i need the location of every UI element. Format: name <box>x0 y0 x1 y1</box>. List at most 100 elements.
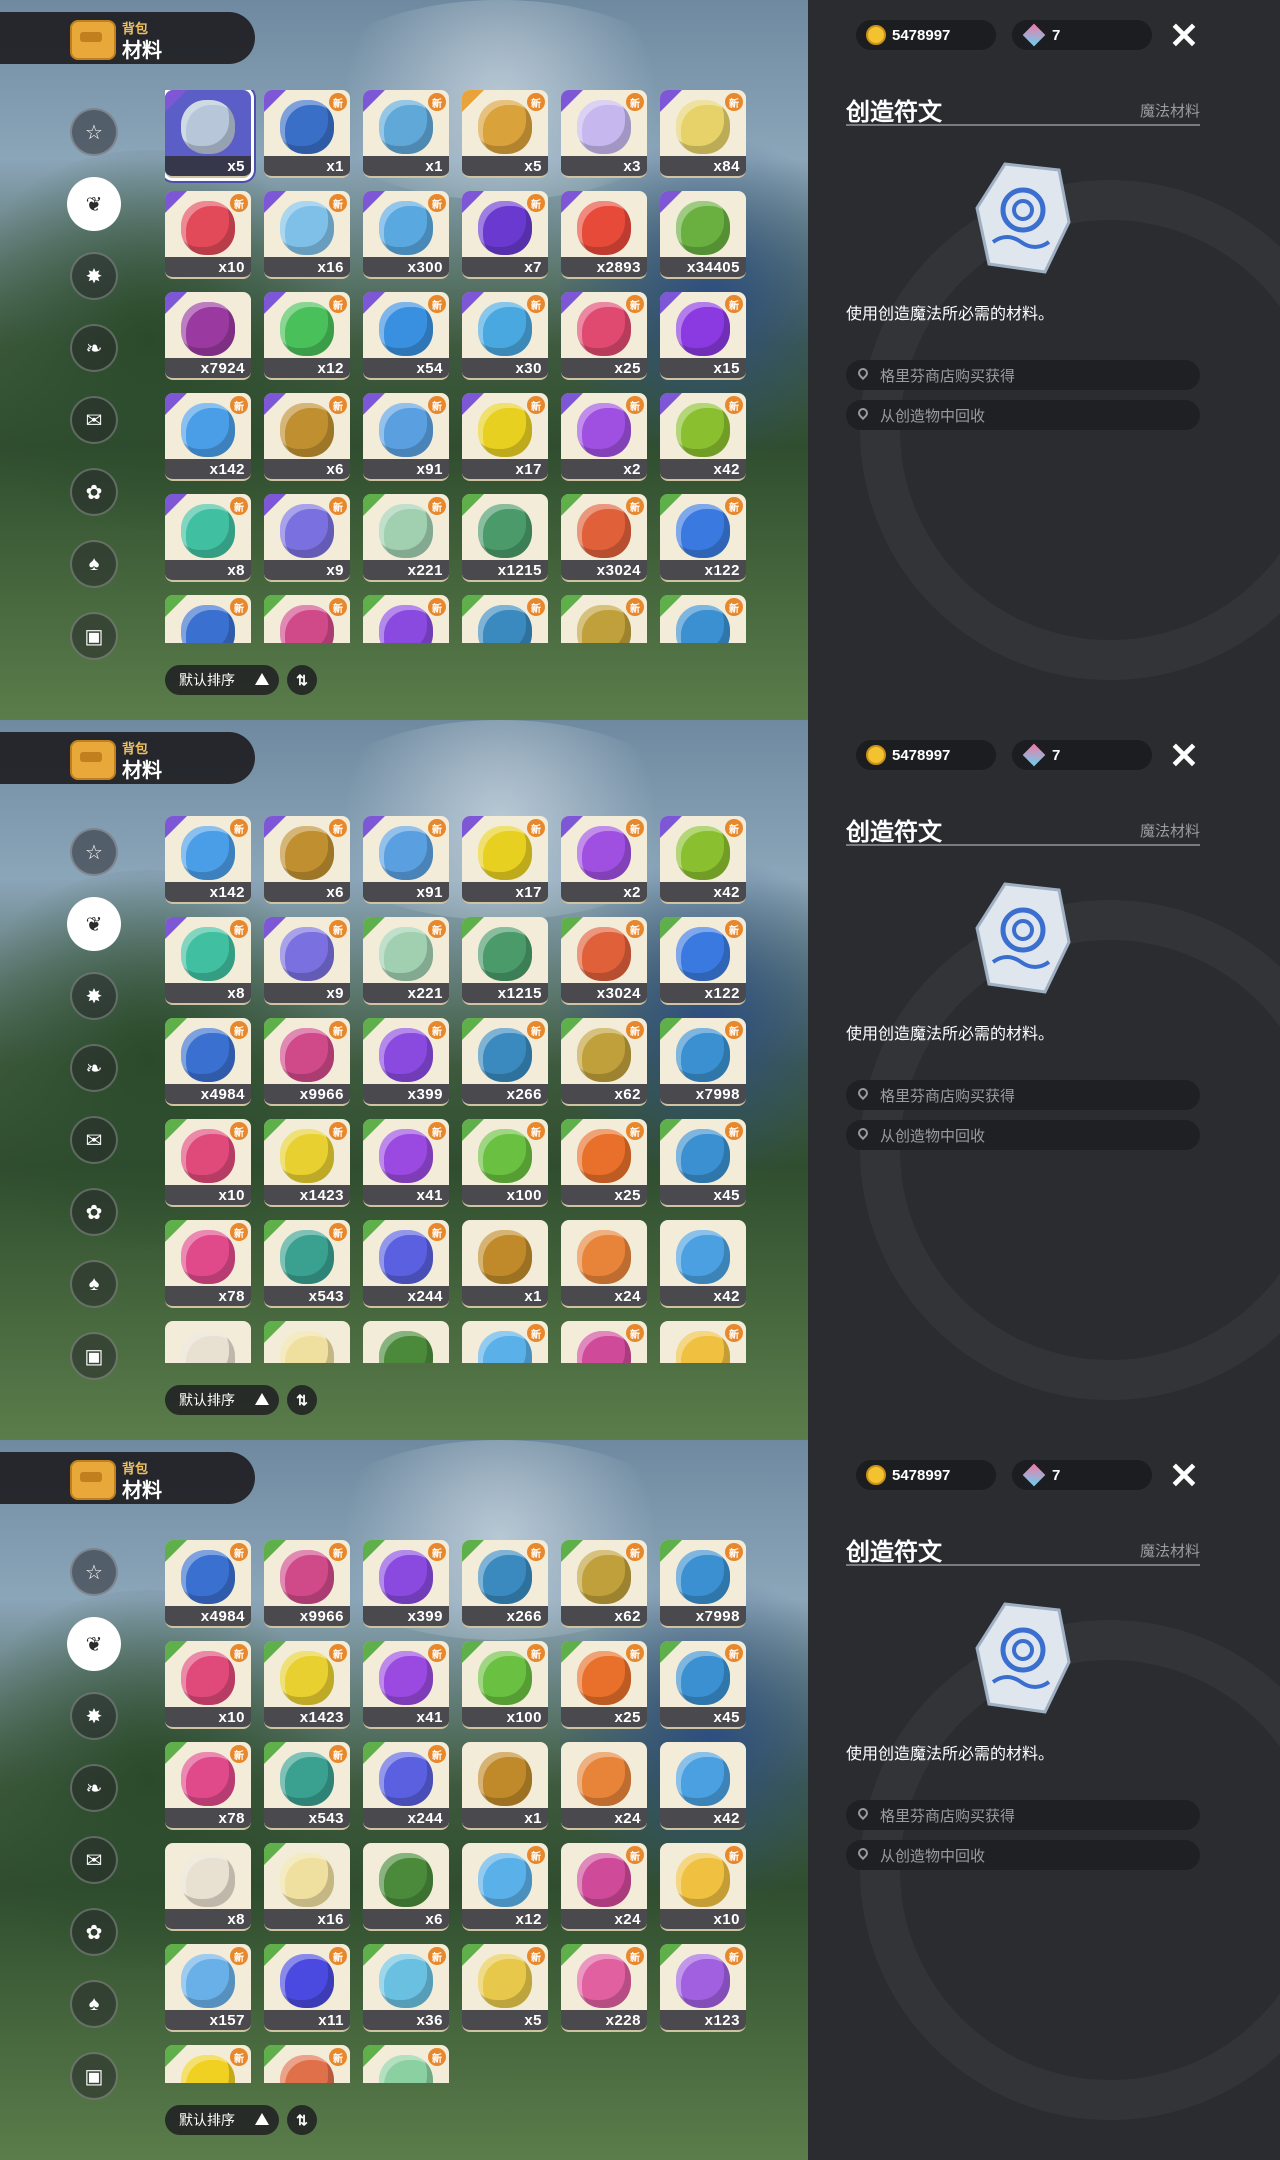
inventory-item[interactable]: x142 新 <box>165 393 251 481</box>
inventory-item[interactable]: x2893 <box>561 191 647 279</box>
star-icon[interactable]: ☆ <box>70 108 118 156</box>
inventory-item[interactable]: x8 新 <box>165 494 251 582</box>
inventory-item[interactable]: x100 新 <box>462 1119 548 1207</box>
inventory-item[interactable]: x41 新 <box>363 1641 449 1729</box>
inventory-item[interactable]: x543 新 <box>264 1220 350 1308</box>
inventory-item[interactable]: x42 <box>660 1220 746 1308</box>
badge-icon[interactable]: ✸ <box>70 252 118 300</box>
inventory-item[interactable]: x399新 <box>363 595 449 643</box>
inventory-item[interactable]: x9966新 <box>264 1540 350 1628</box>
sort-dropdown[interactable]: 默认排序 <box>165 665 279 695</box>
inventory-item[interactable]: x1 新 <box>363 90 449 178</box>
badge-icon[interactable]: ✸ <box>70 972 118 1020</box>
inventory-item[interactable]: x15 新 <box>660 292 746 380</box>
inventory-item[interactable]: x5 新 <box>462 1944 548 2032</box>
inventory-item[interactable]: x10新 <box>660 1321 746 1363</box>
inventory-item[interactable]: x3 新 <box>561 90 647 178</box>
plant-icon[interactable]: ❧ <box>70 1044 118 1092</box>
inventory-grid[interactable]: x5x1新x1新x5新x3新x84新x10新x16新x300新x7新x2893x… <box>165 90 750 643</box>
inventory-item[interactable]: x1423 新 <box>264 1119 350 1207</box>
inventory-item[interactable]: x228 新 <box>561 1944 647 2032</box>
inventory-item[interactable]: x266 新 <box>462 1018 548 1106</box>
inventory-item[interactable]: x10新 <box>165 1641 251 1729</box>
furniture-icon[interactable]: ▣ <box>70 2052 118 2100</box>
inventory-grid[interactable]: x5x1新x1新x5新x3新x84新x10新x16新x300新x7新x2893x… <box>165 810 750 1363</box>
inventory-item[interactable]: x91 新 <box>363 393 449 481</box>
inventory-item[interactable]: x10新 <box>165 1119 251 1207</box>
inventory-item[interactable]: x9966新 <box>264 595 350 643</box>
swap-order-icon[interactable]: ⇅ <box>287 2105 317 2135</box>
inventory-item[interactable]: x45 新 <box>660 1119 746 1207</box>
acorn-icon[interactable]: ♠ <box>70 1260 118 1308</box>
inventory-item[interactable]: x266 新 <box>462 1540 548 1628</box>
sort-dropdown[interactable]: 默认排序 <box>165 2105 279 2135</box>
scroll-icon[interactable]: ✉ <box>70 396 118 444</box>
furniture-icon[interactable]: ▣ <box>70 612 118 660</box>
inventory-item[interactable]: x1423 新 <box>264 1641 350 1729</box>
inventory-item[interactable]: x7 新 <box>462 191 548 279</box>
inventory-item[interactable]: x5 <box>165 90 254 181</box>
inventory-item[interactable]: x300 新 <box>363 191 449 279</box>
inventory-item[interactable]: x8 <box>165 1321 251 1363</box>
inventory-item[interactable]: x157 新 <box>165 1944 251 2032</box>
close-icon[interactable]: ✕ <box>1166 18 1202 54</box>
star-icon[interactable]: ☆ <box>70 828 118 876</box>
inventory-item[interactable]: x12 新 <box>462 1843 548 1931</box>
close-icon[interactable]: ✕ <box>1166 738 1202 774</box>
inventory-item[interactable]: x7998新 <box>660 1018 746 1106</box>
close-icon[interactable]: ✕ <box>1166 1458 1202 1494</box>
inventory-item[interactable]: x10新 <box>660 1843 746 1931</box>
sort-dropdown[interactable]: 默认排序 <box>165 1385 279 1415</box>
inventory-item[interactable]: x8 新 <box>165 917 251 1005</box>
inventory-item[interactable]: x1 <box>462 1220 548 1308</box>
furniture-icon[interactable]: ▣ <box>70 1332 118 1380</box>
inventory-item[interactable]: x9 新 <box>264 494 350 582</box>
plant-icon[interactable]: ❧ <box>70 1764 118 1812</box>
inventory-item[interactable]: x100 新 <box>462 1641 548 1729</box>
plant-icon[interactable]: ❧ <box>70 324 118 372</box>
inventory-item[interactable]: x17 新 <box>462 393 548 481</box>
inventory-item[interactable]: x123 新 <box>660 1944 746 2032</box>
inventory-item[interactable]: x42 <box>660 1742 746 1830</box>
inventory-item[interactable]: x10新 <box>165 191 251 279</box>
scroll-icon[interactable]: ✉ <box>70 1836 118 1884</box>
inventory-item[interactable]: x7998新 <box>660 595 746 643</box>
inventory-item[interactable]: x399新 <box>363 1018 449 1106</box>
inventory-item[interactable]: x16 <box>264 1843 350 1931</box>
inventory-item[interactable]: x9 新 <box>264 917 350 1005</box>
inventory-item[interactable]: x1215 <box>462 494 548 582</box>
inventory-item[interactable]: x1215 <box>462 917 548 1005</box>
inventory-item[interactable]: x1 新 <box>264 90 350 178</box>
star-icon[interactable]: ☆ <box>70 1548 118 1596</box>
inventory-item[interactable]: x62新 <box>561 1540 647 1628</box>
inventory-item[interactable]: x41 新 <box>363 1119 449 1207</box>
inventory-item[interactable]: x30 新 <box>462 292 548 380</box>
inventory-item[interactable]: x543 新 <box>264 1742 350 1830</box>
inventory-item[interactable]: x25 新 <box>561 1119 647 1207</box>
scroll-icon[interactable]: ✉ <box>70 1116 118 1164</box>
badge-icon[interactable]: ✸ <box>70 1692 118 1740</box>
flower-icon[interactable]: ✿ <box>70 468 118 516</box>
inventory-item[interactable]: x62新 <box>561 595 647 643</box>
inventory-item[interactable]: x24新 <box>561 1321 647 1363</box>
inventory-item[interactable]: x17 新 <box>462 816 548 904</box>
inventory-item[interactable]: x11 新 <box>264 1944 350 2032</box>
inventory-item[interactable]: x62新 <box>561 1018 647 1106</box>
inventory-item[interactable]: x86新 <box>264 2045 350 2083</box>
inventory-item[interactable]: x34405 <box>660 191 746 279</box>
inventory-item[interactable]: x91 新 <box>363 816 449 904</box>
inventory-item[interactable]: x9966新 <box>264 1018 350 1106</box>
inventory-item[interactable]: x36 新 <box>363 1944 449 2032</box>
inventory-item[interactable]: x3024 新 <box>561 917 647 1005</box>
leaf-icon[interactable]: ❦ <box>67 177 121 231</box>
inventory-item[interactable]: x122 新 <box>660 917 746 1005</box>
inventory-item[interactable]: x2 新 <box>561 393 647 481</box>
inventory-item[interactable]: x4984新 <box>165 595 251 643</box>
leaf-icon[interactable]: ❦ <box>67 1617 121 1671</box>
inventory-item[interactable]: x6 新 <box>264 816 350 904</box>
inventory-item[interactable]: x16 新 <box>264 191 350 279</box>
inventory-item[interactable]: x54 新 <box>363 292 449 380</box>
acorn-icon[interactable]: ♠ <box>70 540 118 588</box>
inventory-item[interactable]: x24新 <box>561 1843 647 1931</box>
inventory-item[interactable]: x4984新 <box>165 1018 251 1106</box>
